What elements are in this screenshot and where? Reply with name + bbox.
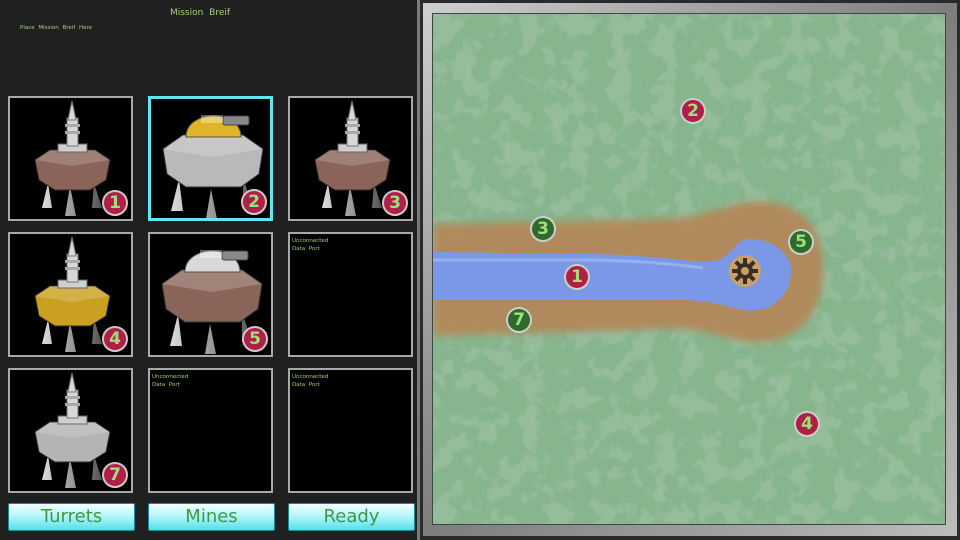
- unit-slot-4[interactable]: 4: [8, 232, 133, 357]
- empty-slot[interactable]: Unconnected Data Port: [148, 368, 273, 493]
- port-name-line: Data Port: [152, 382, 180, 388]
- unit-slot-7[interactable]: 7: [8, 368, 133, 493]
- empty-slot[interactable]: Unconnected Data Port: [288, 368, 413, 493]
- empty-slot[interactable]: Unconnected Data Port: [288, 232, 413, 357]
- slot-number-badge: 1: [102, 190, 128, 216]
- slot-number-badge: 7: [102, 462, 128, 488]
- mission-panel: Mission Breif Place Mission Breif Here 1…: [0, 0, 420, 540]
- mines-button[interactable]: Mines: [148, 503, 275, 531]
- port-status-line: Unconnected: [292, 374, 329, 380]
- unit-slot-1[interactable]: 1: [8, 96, 133, 221]
- unit-slot-3[interactable]: 3: [288, 96, 413, 221]
- unconnected-port-text: Unconnected Data Port: [152, 373, 188, 389]
- port-name-line: Data Port: [292, 246, 320, 252]
- ready-button[interactable]: Ready: [288, 503, 415, 531]
- map-marker-1[interactable]: 1: [564, 264, 590, 290]
- turrets-button[interactable]: Turrets: [8, 503, 135, 531]
- slot-number-badge: 3: [382, 190, 408, 216]
- map-marker-3[interactable]: 3: [530, 216, 556, 242]
- tactical-map[interactable]: 2 31 5 7 4: [432, 13, 946, 525]
- unit-slot-5[interactable]: 5: [148, 232, 273, 357]
- port-status-line: Unconnected: [292, 238, 329, 244]
- mission-brief-text: Place Mission Breif Here: [20, 25, 93, 31]
- unit-slot-2[interactable]: 2: [148, 96, 273, 221]
- slot-number-badge: 4: [102, 326, 128, 352]
- port-name-line: Data Port: [292, 382, 320, 388]
- map-terrain: [433, 14, 945, 524]
- unconnected-port-text: Unconnected Data Port: [292, 373, 328, 389]
- slot-number-badge: 5: [242, 326, 268, 352]
- unconnected-port-text: Unconnected Data Port: [292, 237, 328, 253]
- mission-brief-title: Mission Breif: [169, 8, 231, 18]
- map-marker-4[interactable]: 4: [794, 411, 820, 437]
- map-marker-7[interactable]: 7: [506, 307, 532, 333]
- base-gear-icon[interactable]: [728, 254, 762, 288]
- port-status-line: Unconnected: [152, 374, 189, 380]
- map-marker-2[interactable]: 2: [680, 98, 706, 124]
- slot-number-badge: 2: [241, 189, 267, 215]
- map-marker-5[interactable]: 5: [788, 229, 814, 255]
